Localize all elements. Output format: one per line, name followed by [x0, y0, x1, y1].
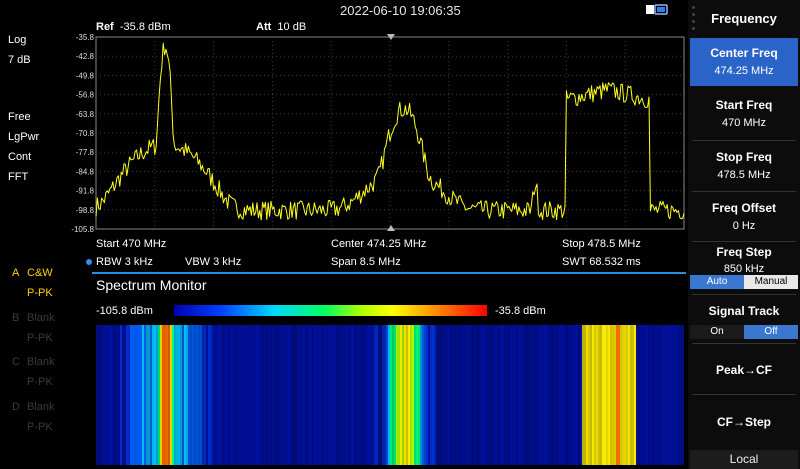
- plot-grid: [95, 36, 685, 230]
- y-tick-label: -91.8: [76, 187, 95, 196]
- y-tick-label: -42.8: [76, 52, 95, 61]
- sweep-time-readout: SWT 68.532 ms: [562, 256, 641, 268]
- waterfall-column: [682, 325, 684, 465]
- y-tick-label: -35.8: [76, 33, 95, 42]
- signal-track-button[interactable]: Signal Track: [690, 304, 798, 318]
- peak-to-cf-button[interactable]: Peak→CF: [690, 363, 798, 377]
- cf-to-step-button[interactable]: CF→Step: [690, 415, 798, 429]
- start-freq-label: Start Freq: [715, 98, 773, 112]
- y-tick-label: -56.8: [76, 91, 95, 100]
- freq-step-value: 850 kHz: [723, 263, 765, 275]
- signal-track-on[interactable]: On: [690, 325, 744, 339]
- center-freq-value: 474.25 MHz: [714, 65, 774, 77]
- spectrum-monitor-title: Spectrum Monitor: [96, 277, 207, 293]
- y-axis-ticks: -35.8 -42.8 -49.8 -56.8 -63.8 -70.8 -77.8 -84.8…: [71, 33, 94, 234]
- freq-step-toggle[interactable]: Auto Manual: [690, 275, 798, 289]
- center-freq-readout: Center 474.25 MHz: [331, 238, 427, 250]
- vbw-readout[interactable]: VBW 3 kHz: [185, 256, 241, 268]
- signal-track-off[interactable]: Off: [744, 325, 798, 339]
- rbw-readout[interactable]: RBW 3 kHz: [96, 256, 153, 268]
- y-tick-label: -63.8: [76, 110, 95, 119]
- stop-freq-readout: Stop 478.5 MHz: [562, 238, 641, 250]
- freq-offset-label: Freq Offset: [711, 201, 776, 215]
- span-readout: Span 8.5 MHz: [331, 256, 401, 268]
- start-freq-readout: Start 470 MHz: [96, 238, 167, 250]
- start-freq-button[interactable]: Start Freq 470 MHz: [690, 98, 798, 129]
- center-marker-bottom-icon: [387, 225, 395, 231]
- freq-step-auto[interactable]: Auto: [690, 275, 744, 289]
- center-freq-label: Center Freq: [710, 46, 778, 60]
- color-scale-min: -105.8 dBm: [96, 305, 153, 317]
- y-tick-label: -105.8: [71, 225, 94, 234]
- y-tick-label: -84.8: [76, 167, 95, 176]
- center-freq-button[interactable]: Center Freq 474.25 MHz: [690, 38, 798, 86]
- freq-step-manual[interactable]: Manual: [744, 275, 798, 289]
- freq-step-button[interactable]: Freq Step 850 kHz: [690, 245, 798, 275]
- y-tick-label: -98.8: [76, 206, 95, 215]
- y-tick-label: -70.8: [76, 129, 95, 138]
- stop-freq-button[interactable]: Stop Freq 478.5 MHz: [690, 150, 798, 181]
- stop-freq-value: 478.5 MHz: [717, 169, 771, 181]
- signal-track-toggle[interactable]: On Off: [690, 325, 798, 339]
- y-tick-label: -77.8: [76, 148, 95, 157]
- freq-offset-button[interactable]: Freq Offset 0 Hz: [690, 201, 798, 232]
- stop-freq-label: Stop Freq: [716, 150, 772, 164]
- freq-step-label: Freq Step: [716, 245, 772, 259]
- rbw-indicator-icon: [86, 259, 92, 265]
- freq-offset-value: 0 Hz: [732, 220, 756, 232]
- y-tick-label: -49.8: [76, 71, 95, 80]
- menu-title: Frequency: [711, 11, 777, 26]
- cf-to-step-label: CF→Step: [717, 415, 771, 429]
- separator: [92, 272, 686, 274]
- signal-track-label: Signal Track: [708, 304, 780, 318]
- waterfall-display[interactable]: [96, 325, 684, 465]
- local-button[interactable]: Local: [690, 450, 798, 469]
- peak-to-cf-label: Peak→CF: [715, 363, 773, 377]
- color-scale-bar: [174, 305, 487, 316]
- start-freq-value: 470 MHz: [721, 117, 767, 129]
- color-scale-max: -35.8 dBm: [495, 305, 546, 317]
